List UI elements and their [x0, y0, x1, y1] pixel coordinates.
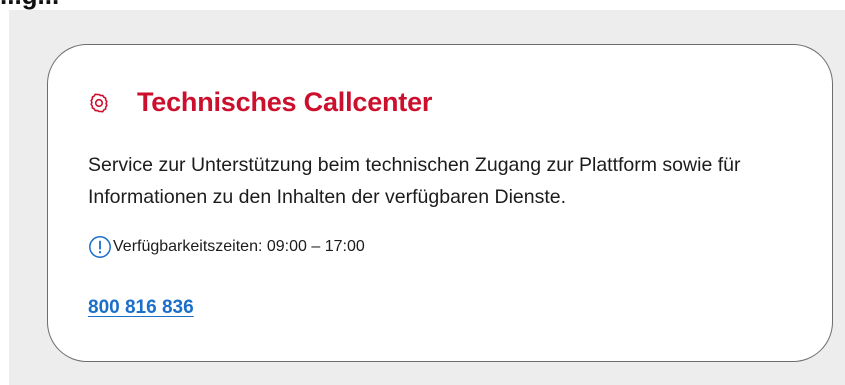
cut-off-heading: ...g... [0, 0, 845, 10]
availability-text: Verfügbarkeitszeiten: 09:00 – 17:00 [113, 238, 365, 255]
card-header: Technisches Callcenter [88, 87, 432, 118]
gear-icon [88, 92, 110, 114]
content-panel: Technisches Callcenter Service zur Unter… [9, 10, 845, 385]
availability-row: Verfügbarkeitszeiten: 09:00 – 17:00 [88, 235, 365, 259]
phone-number-link[interactable]: 800 816 836 [88, 297, 194, 319]
card-title: Technisches Callcenter [137, 87, 433, 117]
callcenter-card: Technisches Callcenter Service zur Unter… [47, 44, 833, 362]
cut-off-heading-text: ...g... [0, 0, 59, 8]
card-description: Service zur Unterstützung beim technisch… [88, 154, 741, 208]
info-icon [88, 235, 112, 259]
